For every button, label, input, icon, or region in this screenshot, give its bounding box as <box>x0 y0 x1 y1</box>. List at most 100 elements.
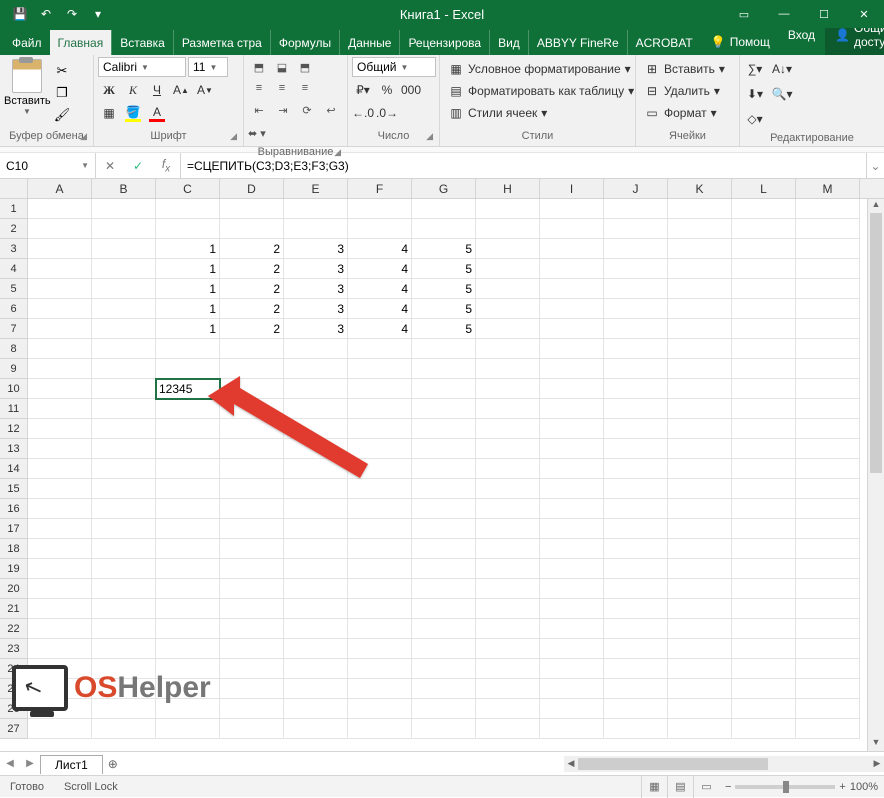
cell[interactable] <box>476 459 540 479</box>
cell[interactable] <box>604 499 668 519</box>
row-header[interactable]: 10 <box>0 379 28 399</box>
column-header[interactable]: L <box>732 179 796 198</box>
cell[interactable] <box>156 419 220 439</box>
cell[interactable] <box>796 459 860 479</box>
cell[interactable]: 1 <box>156 299 220 319</box>
cell[interactable] <box>156 559 220 579</box>
cell[interactable] <box>540 699 604 719</box>
cell[interactable] <box>476 319 540 339</box>
cell[interactable] <box>604 319 668 339</box>
cell[interactable] <box>604 539 668 559</box>
cell[interactable] <box>28 479 92 499</box>
cell[interactable] <box>476 359 540 379</box>
cell[interactable] <box>540 559 604 579</box>
cell[interactable] <box>284 219 348 239</box>
worksheet-grid[interactable]: ABCDEFGHIJKLM 12312345412345512345612345… <box>0 179 884 751</box>
cell[interactable]: 5 <box>412 299 476 319</box>
tab-home[interactable]: Главная <box>50 30 112 55</box>
cell[interactable] <box>28 379 92 399</box>
merge-button[interactable]: ⬌ ▾ <box>248 123 266 143</box>
cell[interactable] <box>540 239 604 259</box>
cell[interactable] <box>284 639 348 659</box>
cell[interactable] <box>796 719 860 739</box>
cell[interactable] <box>348 679 412 699</box>
cell[interactable] <box>796 519 860 539</box>
align-bottom-button[interactable]: ⬒ <box>294 57 316 77</box>
tab-formulas[interactable]: Формулы <box>270 30 339 55</box>
cell[interactable] <box>796 599 860 619</box>
cell[interactable] <box>156 639 220 659</box>
clear-button[interactable]: ◇▾ <box>744 109 766 129</box>
column-header[interactable]: I <box>540 179 604 198</box>
cell[interactable] <box>796 299 860 319</box>
cell[interactable] <box>796 339 860 359</box>
scroll-up-icon[interactable]: ▲ <box>868 199 884 213</box>
cell[interactable] <box>220 419 284 439</box>
cell[interactable] <box>796 619 860 639</box>
row-header[interactable]: 1 <box>0 199 28 219</box>
tab-view[interactable]: Вид <box>489 30 528 55</box>
fill-button[interactable]: ⬇▾ <box>744 84 766 104</box>
paste-button[interactable]: Вставить ▼ <box>4 57 50 116</box>
row-header[interactable]: 16 <box>0 499 28 519</box>
sort-filter-button[interactable]: A↓▾ <box>768 59 796 79</box>
cell[interactable] <box>540 639 604 659</box>
font-name-combo[interactable]: Calibri▼ <box>98 57 186 77</box>
cell[interactable] <box>796 379 860 399</box>
cell[interactable] <box>540 459 604 479</box>
column-header[interactable]: J <box>604 179 668 198</box>
insert-cells-button[interactable]: ⊞Вставить ▾ <box>640 59 729 79</box>
cell[interactable] <box>220 499 284 519</box>
currency-button[interactable]: ₽▾ <box>352 80 374 100</box>
cell[interactable] <box>540 479 604 499</box>
cell[interactable] <box>92 359 156 379</box>
tab-acrobat[interactable]: ACROBAT <box>627 30 701 55</box>
cell[interactable] <box>28 439 92 459</box>
cell[interactable] <box>732 219 796 239</box>
cancel-formula-button[interactable]: ✕ <box>96 159 124 173</box>
cell[interactable] <box>412 379 476 399</box>
cell[interactable] <box>412 199 476 219</box>
cell[interactable] <box>732 499 796 519</box>
cell[interactable] <box>412 499 476 519</box>
cell[interactable] <box>476 259 540 279</box>
cell[interactable] <box>28 459 92 479</box>
cell[interactable]: 4 <box>348 279 412 299</box>
cell[interactable] <box>540 299 604 319</box>
row-header[interactable]: 23 <box>0 639 28 659</box>
cell[interactable] <box>156 459 220 479</box>
cell[interactable] <box>156 679 220 699</box>
scroll-down-icon[interactable]: ▼ <box>868 737 884 751</box>
cell[interactable] <box>412 359 476 379</box>
cell[interactable] <box>668 419 732 439</box>
row-header[interactable]: 19 <box>0 559 28 579</box>
cell[interactable] <box>476 439 540 459</box>
cell[interactable]: 2 <box>220 259 284 279</box>
cell[interactable] <box>668 319 732 339</box>
cell-styles-button[interactable]: ▥Стили ячеек ▾ <box>444 103 551 123</box>
cell[interactable] <box>668 439 732 459</box>
cell[interactable] <box>28 519 92 539</box>
cell[interactable] <box>92 339 156 359</box>
column-header[interactable]: A <box>28 179 92 198</box>
cell[interactable] <box>604 559 668 579</box>
cell[interactable] <box>476 239 540 259</box>
tab-layout[interactable]: Разметка стра <box>173 30 270 55</box>
cell[interactable] <box>668 379 732 399</box>
cell[interactable] <box>220 559 284 579</box>
cell[interactable] <box>604 259 668 279</box>
cell[interactable] <box>668 599 732 619</box>
bold-button[interactable]: Ж <box>98 80 120 100</box>
cell[interactable] <box>28 319 92 339</box>
cell[interactable] <box>92 719 156 739</box>
cell[interactable] <box>284 479 348 499</box>
cell[interactable] <box>284 359 348 379</box>
cell[interactable] <box>476 499 540 519</box>
view-page-break-button[interactable]: ▭ <box>693 776 719 798</box>
cell[interactable] <box>412 659 476 679</box>
grow-font-button[interactable]: A▲ <box>170 80 192 100</box>
cell[interactable] <box>92 659 156 679</box>
cell[interactable] <box>28 419 92 439</box>
cell[interactable] <box>668 239 732 259</box>
sheet-nav-next[interactable]: ▶ <box>20 758 40 769</box>
